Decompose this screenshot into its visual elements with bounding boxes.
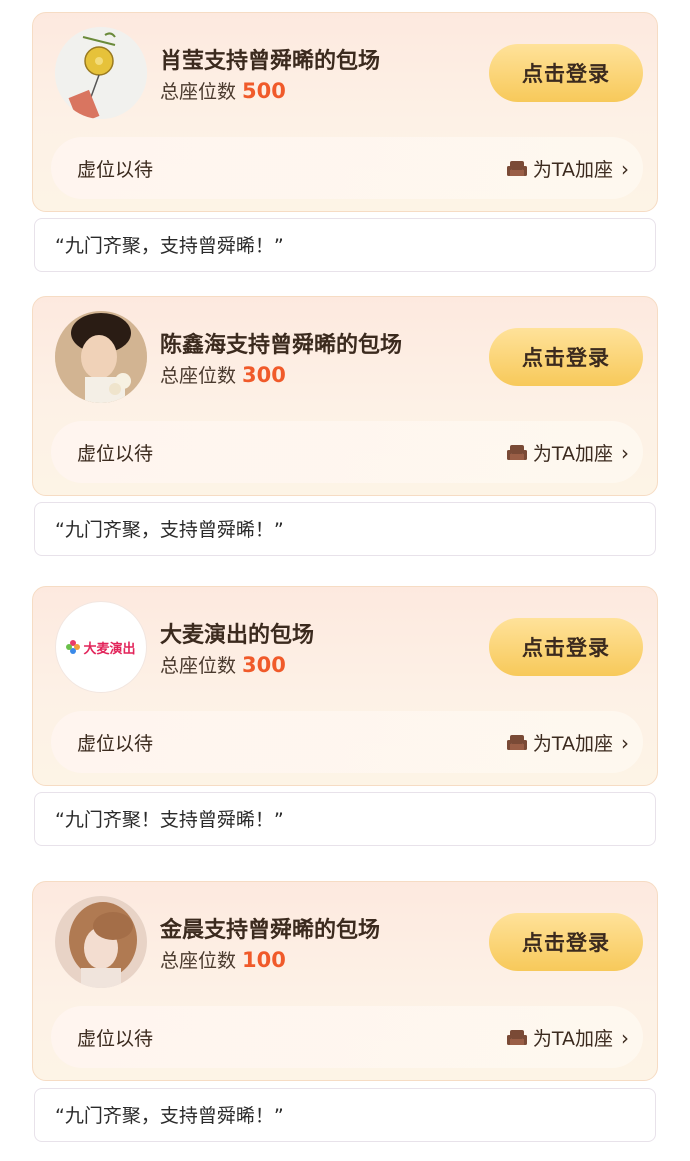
seat-count: 总座位数 500 xyxy=(160,77,286,104)
login-button[interactable]: 点击登录 xyxy=(489,913,643,971)
seat-count-value: 300 xyxy=(242,363,286,387)
sofa-icon xyxy=(506,1029,527,1045)
venue-title: 陈鑫海支持曾舜晞的包场 xyxy=(160,333,403,358)
support-comment: “九门齐聚，支持曾舜晞！” xyxy=(34,1088,656,1142)
seat-count-label: 总座位数 xyxy=(160,365,237,387)
seat-count-value: 500 xyxy=(242,79,286,103)
waiting-text: 虚位以待 xyxy=(77,1028,154,1050)
seat-count-label: 总座位数 xyxy=(160,81,237,103)
seat-waiting-bar: 虚位以待 为TA加座 › xyxy=(51,137,643,199)
venue-title: 大麦演出的包场 xyxy=(160,623,315,648)
avatar[interactable] xyxy=(55,896,147,988)
add-seat-label: 为TA加座 xyxy=(532,1028,613,1050)
lantern-drawing-icon xyxy=(55,27,147,119)
login-button[interactable]: 点击登录 xyxy=(489,328,643,386)
seat-count: 总座位数 100 xyxy=(160,946,286,973)
login-button[interactable]: 点击登录 xyxy=(489,618,643,676)
seat-waiting-bar: 虚位以待 为TA加座 › xyxy=(51,421,643,483)
damai-logo-icon xyxy=(66,640,81,654)
seat-waiting-bar: 虚位以待 为TA加座 › xyxy=(51,1006,643,1068)
chevron-right-icon: › xyxy=(621,730,629,755)
seat-count: 总座位数 300 xyxy=(160,361,286,388)
seat-count-label: 总座位数 xyxy=(160,655,237,677)
support-comment: “九门齐聚！支持曾舜晞！” xyxy=(34,792,656,846)
avatar[interactable] xyxy=(55,27,147,119)
seat-count-value: 300 xyxy=(242,653,286,677)
add-seat-link[interactable]: 为TA加座 › xyxy=(506,155,629,182)
chevron-right-icon: › xyxy=(621,440,629,465)
add-seat-label: 为TA加座 xyxy=(532,733,613,755)
avatar[interactable] xyxy=(55,311,147,403)
sofa-icon xyxy=(506,734,527,750)
venue-card: 肖莹支持曾舜晞的包场 总座位数 500 点击登录 虚位以待 为TA加座 › xyxy=(32,12,658,212)
waiting-text: 虚位以待 xyxy=(77,159,154,181)
venue-title: 肖莹支持曾舜晞的包场 xyxy=(160,49,381,74)
venue-card: 金晨支持曾舜晞的包场 总座位数 100 点击登录 虚位以待 为TA加座 › xyxy=(32,881,658,1081)
add-seat-link[interactable]: 为TA加座 › xyxy=(506,1024,629,1051)
add-seat-link[interactable]: 为TA加座 › xyxy=(506,729,629,756)
chevron-right-icon: › xyxy=(621,156,629,181)
support-comment: “九门齐聚，支持曾舜晞！” xyxy=(34,502,656,556)
waiting-text: 虚位以待 xyxy=(77,443,154,465)
add-seat-link[interactable]: 为TA加座 › xyxy=(506,439,629,466)
seat-count-value: 100 xyxy=(242,948,286,972)
seat-count: 总座位数 300 xyxy=(160,651,286,678)
avatar[interactable]: 大麦演出 xyxy=(55,601,147,693)
venue-title: 金晨支持曾舜晞的包场 xyxy=(160,918,381,943)
add-seat-label: 为TA加座 xyxy=(532,443,613,465)
person-photo-icon xyxy=(55,896,147,988)
support-comment: “九门齐聚，支持曾舜晞！” xyxy=(34,218,656,272)
venue-card: 大麦演出 大麦演出的包场 总座位数 300 点击登录 虚位以待 为TA加座 › xyxy=(32,586,658,786)
sofa-icon xyxy=(506,444,527,460)
sofa-icon xyxy=(506,160,527,176)
chevron-right-icon: › xyxy=(621,1025,629,1050)
waiting-text: 虚位以待 xyxy=(77,733,154,755)
damai-logo-text: 大麦演出 xyxy=(83,641,136,657)
venue-card: 陈鑫海支持曾舜晞的包场 总座位数 300 点击登录 虚位以待 为TA加座 › xyxy=(32,296,658,496)
seat-count-label: 总座位数 xyxy=(160,950,237,972)
add-seat-label: 为TA加座 xyxy=(532,159,613,181)
person-photo-icon xyxy=(55,311,147,403)
login-button[interactable]: 点击登录 xyxy=(489,44,643,102)
seat-waiting-bar: 虚位以待 为TA加座 › xyxy=(51,711,643,773)
